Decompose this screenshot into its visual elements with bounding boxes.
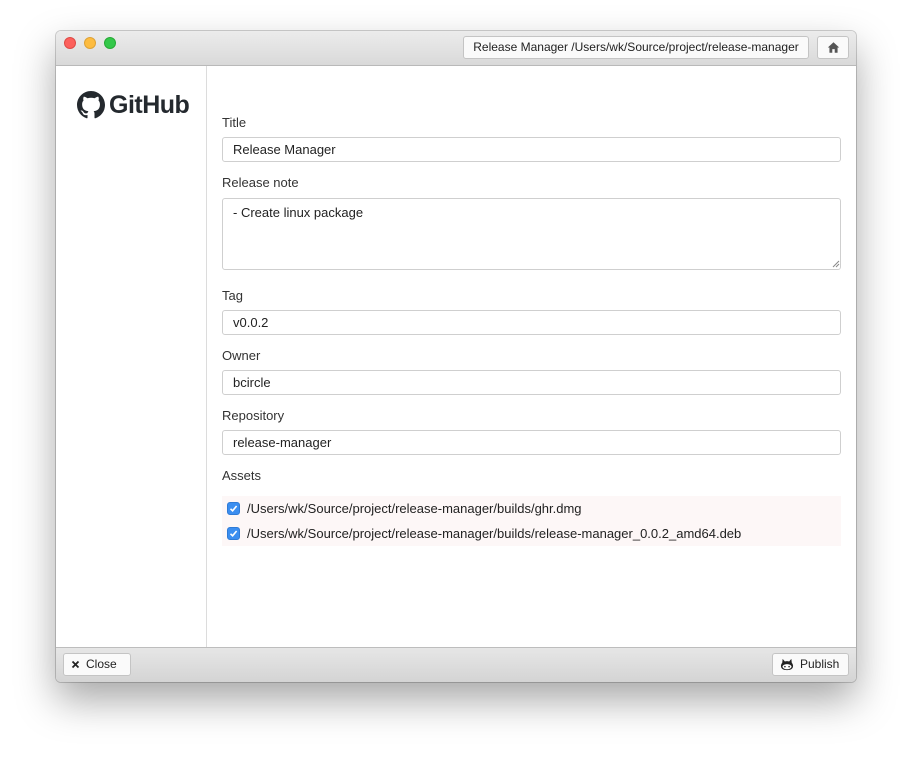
publish-button-label: Publish xyxy=(800,657,840,671)
release-note-label: Release note xyxy=(222,175,299,190)
github-octocat-icon xyxy=(780,658,794,671)
title-bar[interactable]: Release Manager /Users/wk/Source/project… xyxy=(56,31,856,66)
github-octocat-icon xyxy=(77,91,105,119)
window-minimize-button[interactable] xyxy=(84,37,96,49)
close-button-label: Close xyxy=(86,657,117,671)
assets-list: /Users/wk/Source/project/release-manager… xyxy=(222,496,841,546)
window-close-button[interactable] xyxy=(64,37,76,49)
tag-label: Tag xyxy=(222,288,243,303)
asset-path: /Users/wk/Source/project/release-manager… xyxy=(247,501,582,516)
checkmark-icon xyxy=(229,505,238,512)
release-note-textarea[interactable]: - Create linux package xyxy=(222,198,841,270)
sidebar: GitHub xyxy=(56,66,207,647)
window-maximize-button[interactable] xyxy=(104,37,116,49)
title-label: Title xyxy=(222,115,247,130)
asset-path: /Users/wk/Source/project/release-manager… xyxy=(247,526,742,541)
tag-input[interactable] xyxy=(222,310,841,335)
checkmark-icon xyxy=(229,530,238,537)
repository-input[interactable] xyxy=(222,430,841,455)
owner-input[interactable] xyxy=(222,370,841,395)
asset-checkbox[interactable] xyxy=(227,527,240,540)
repository-label: Repository xyxy=(222,408,285,423)
owner-label: Owner xyxy=(222,348,261,363)
release-note-wrapper: - Create linux package xyxy=(207,198,856,270)
home-button[interactable] xyxy=(817,36,849,59)
project-path-button[interactable]: Release Manager /Users/wk/Source/project… xyxy=(463,36,809,59)
asset-item[interactable]: /Users/wk/Source/project/release-manager… xyxy=(222,521,841,546)
asset-checkbox[interactable] xyxy=(227,502,240,515)
home-icon xyxy=(827,42,840,53)
resize-grip-icon[interactable] xyxy=(832,260,840,268)
close-button[interactable]: Close xyxy=(63,653,131,676)
release-form: Title Release note - Create linux packag… xyxy=(207,66,856,647)
footer-bar: Close Publish xyxy=(56,647,856,682)
assets-label: Assets xyxy=(222,468,262,483)
github-logo-text: GitHub xyxy=(109,90,190,119)
title-input[interactable] xyxy=(222,137,841,162)
app-window: Release Manager /Users/wk/Source/project… xyxy=(56,31,856,682)
close-icon xyxy=(71,660,80,669)
publish-button[interactable]: Publish xyxy=(772,653,849,676)
asset-item[interactable]: /Users/wk/Source/project/release-manager… xyxy=(222,496,841,521)
github-logo: GitHub xyxy=(77,90,190,120)
